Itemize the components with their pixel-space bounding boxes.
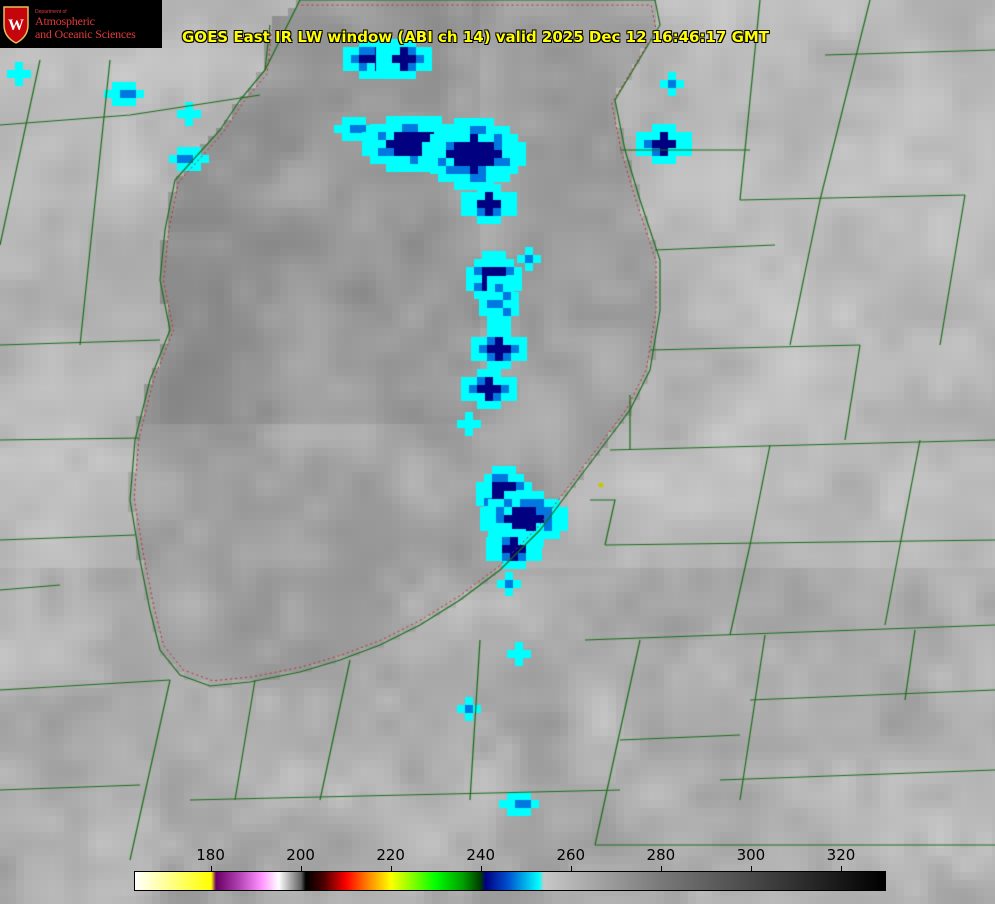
uw-crest-icon: W — [3, 6, 29, 44]
colorbar-tick-mark — [210, 866, 212, 871]
colorbar-tick-label: 320 — [826, 846, 856, 864]
colorbar-tick-label: 200 — [286, 846, 315, 864]
colorbar-tick-mark — [840, 866, 842, 871]
colorbar-tick-mark — [750, 866, 752, 871]
colorbar-tick-label: 260 — [556, 846, 586, 864]
colorbar-tick-label: 180 — [196, 846, 225, 864]
colorbar-tick-label: 220 — [376, 846, 405, 864]
logo-line2: and Oceanic Sciences — [35, 27, 136, 41]
colorbar-tick-mark — [390, 866, 392, 871]
colorbar-tick-mark — [300, 866, 302, 871]
temperature-colorbar — [134, 871, 886, 891]
colorbar-tick-label: 280 — [646, 846, 676, 864]
crest-letter: W — [8, 17, 24, 34]
colorbar-tick-label: 300 — [736, 846, 766, 864]
colorbar-tick-mark — [660, 866, 662, 871]
satellite-ir-image — [0, 0, 995, 904]
colorbar-tick-mark — [570, 866, 572, 871]
colorbar-tick-mark — [480, 866, 482, 871]
uw-aos-logo: W Department of Atmospheric and Oceanic … — [0, 0, 162, 48]
colorbar-tick-label: 240 — [466, 846, 496, 864]
image-title: GOES East IR LW window (ABI ch 14) valid… — [182, 28, 770, 46]
